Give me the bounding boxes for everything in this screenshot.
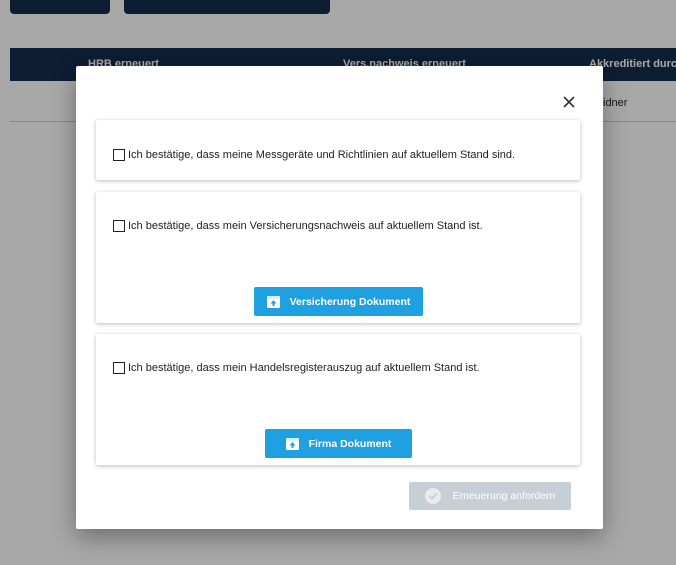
company-document-label: Firma Dokument xyxy=(308,437,392,450)
confirmation-row: Ich bestätige, dass meine Messgeräte und… xyxy=(113,149,515,161)
commercial-register-label: Ich bestätige, dass mein Handelsregister… xyxy=(128,362,480,374)
confirmation-row: Ich bestätige, dass mein Versicherungsna… xyxy=(113,220,483,232)
measuring-devices-checkbox[interactable] xyxy=(113,149,125,161)
insurance-label: Ich bestätige, dass mein Versicherungsna… xyxy=(128,220,483,232)
confirmation-card-measuring-devices: Ich bestätige, dass meine Messgeräte und… xyxy=(96,120,580,180)
document-upload-icon xyxy=(266,295,280,308)
measuring-devices-label: Ich bestätige, dass meine Messgeräte und… xyxy=(128,149,516,161)
commercial-register-checkbox[interactable] xyxy=(113,362,125,374)
insurance-document-label: Versicherung Dokument xyxy=(289,295,411,308)
document-upload-icon xyxy=(285,437,299,450)
confirmation-row: Ich bestätige, dass mein Handelsregister… xyxy=(113,362,480,374)
insurance-checkbox[interactable] xyxy=(113,220,125,232)
check-circle-icon xyxy=(424,488,441,504)
request-renewal-label: Erneuerung anfordern xyxy=(452,490,556,502)
close-icon[interactable] xyxy=(559,92,579,112)
request-renewal-button[interactable]: Erneuerung anfordern xyxy=(409,482,571,510)
confirmation-card-insurance: Ich bestätige, dass mein Versicherungsna… xyxy=(96,192,580,323)
renewal-dialog: Ich bestätige, dass meine Messgeräte und… xyxy=(76,66,603,529)
confirmation-card-commercial-register: Ich bestätige, dass mein Handelsregister… xyxy=(96,334,580,465)
insurance-document-button[interactable]: Versicherung Dokument xyxy=(254,287,423,316)
company-document-button[interactable]: Firma Dokument xyxy=(265,429,412,458)
